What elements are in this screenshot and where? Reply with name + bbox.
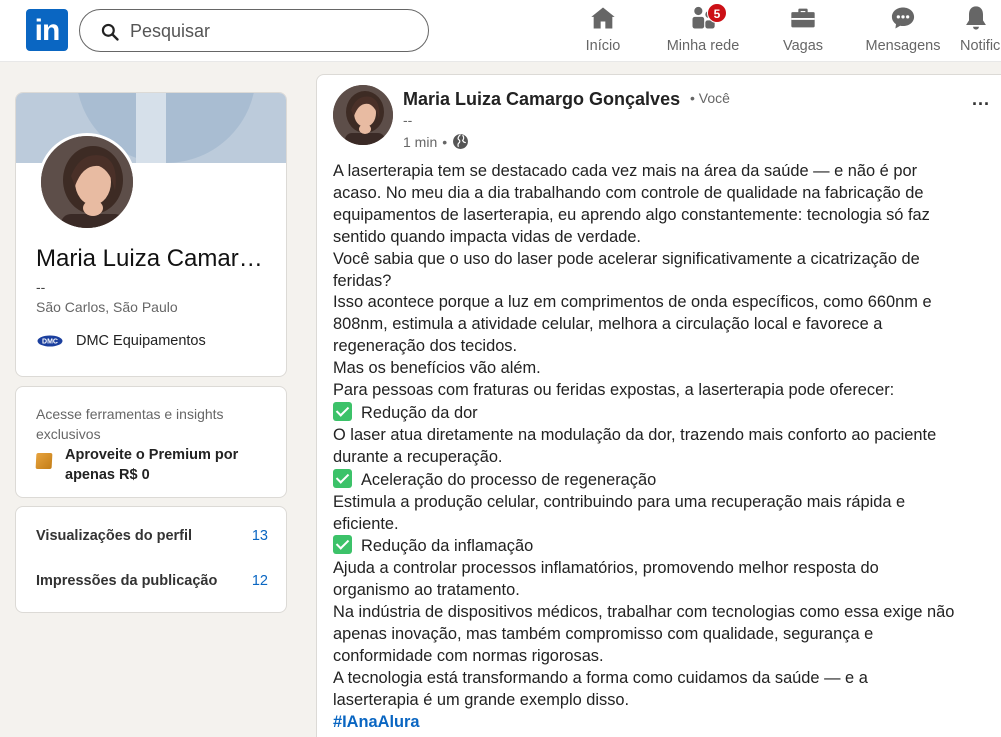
post-body: A laserterapia tem se destacado cada vez…: [333, 161, 998, 734]
post-time-dot: •: [442, 133, 448, 150]
post-benefit-text: Redução da dor: [361, 403, 478, 422]
company-link[interactable]: DMC DMC Equipamentos: [36, 333, 206, 349]
nav-notifications-label: Notific: [960, 38, 1001, 54]
post-line: 808nm, estimula a atividade celular, mel…: [333, 315, 883, 334]
profile-headline: --: [36, 279, 46, 295]
premium-text: Acesse ferramentas e insights exclusivos: [36, 406, 224, 442]
post-line: conformidade com normas rigorosas.: [333, 646, 604, 665]
post-line: feridas?: [333, 271, 392, 290]
linkedin-logo[interactable]: in: [26, 9, 68, 51]
nav-jobs[interactable]: Vagas: [778, 4, 828, 60]
stat-value: 12: [251, 573, 268, 589]
post-benefit-text: Aceleração do processo de regeneração: [361, 470, 657, 489]
nav-my-network-label: Minha rede: [666, 38, 740, 54]
post-line: Ajuda a controlar processos inflamatório…: [333, 559, 879, 578]
profile-location: São Carlos, São Paulo: [36, 299, 178, 315]
post-line: acaso. No meu dia a dia trabalhando com …: [333, 183, 924, 202]
check-mark-icon: [333, 535, 352, 555]
search-input[interactable]: [130, 18, 410, 44]
stats-card: Visualizações do perfil 13 Impressões da…: [15, 506, 287, 613]
post-benefit: Redução da dor: [333, 401, 998, 425]
post-line: A laserterapia tem se destacado cada vez…: [333, 162, 918, 180]
company-logo-text: DMC: [42, 339, 58, 346]
post-line: durante a recuperação.: [333, 447, 503, 466]
premium-link[interactable]: Aproveite o Premium por apenas R$ 0: [35, 445, 255, 485]
home-icon: [591, 7, 615, 29]
nav-jobs-label: Vagas: [782, 38, 824, 54]
post-timestamp: 1 min •: [403, 133, 469, 150]
premium-link-label: Aproveite o Premium por apenas R$ 0: [65, 447, 239, 483]
post-benefit: Aceleração do processo de regeneração: [333, 468, 998, 492]
briefcase-icon: [791, 8, 815, 28]
profile-name[interactable]: Maria Luiza Camargo Gonçalves: [36, 245, 276, 273]
post-line: laserterapia é um grande exemplo disso.: [333, 690, 630, 709]
post-line: Isso acontece porque a luz em compriment…: [333, 293, 932, 312]
premium-icon: [35, 453, 53, 469]
messaging-icon: [891, 7, 915, 29]
post-line: sentido quando impacta vidas de verdade.: [333, 227, 641, 246]
bell-icon: [966, 6, 986, 30]
company-name: DMC Equipamentos: [76, 333, 206, 349]
post-line: O laser atua diretamente na modulação da…: [333, 425, 937, 444]
post-card: Maria Luiza Camargo Gonçalves • Você -- …: [316, 74, 1001, 737]
stat-value: 13: [251, 528, 268, 544]
post-line: Você sabia que o uso do laser pode acele…: [333, 249, 920, 268]
nav-my-network[interactable]: 5 Minha rede: [660, 3, 746, 60]
post-author-headline: --: [403, 112, 413, 128]
post-line: Estimula a produção celular, contribuind…: [333, 492, 906, 511]
post-avatar[interactable]: [333, 85, 393, 145]
stat-label: Visualizações do perfil: [36, 528, 193, 544]
post-benefit-text: Redução da inflamação: [361, 537, 534, 556]
notification-badge: 5: [707, 3, 727, 23]
post-line: Para pessoas com fraturas ou feridas exp…: [333, 381, 895, 400]
post-benefit: Redução da inflamação: [333, 535, 998, 558]
search-box[interactable]: [79, 9, 429, 52]
nav-notifications[interactable]: Notific: [960, 4, 1001, 60]
profile-photo: [41, 136, 133, 228]
post-author-photo: [333, 85, 393, 145]
nav-messaging[interactable]: Mensagens: [862, 4, 944, 60]
post-line: regeneração dos tecidos.: [333, 337, 518, 356]
check-mark-icon: [333, 468, 352, 488]
check-mark-icon: [333, 401, 352, 421]
top-navbar: in Início 5 Minha rede Vagas: [0, 0, 1001, 62]
avatar[interactable]: [38, 133, 136, 231]
post-line: eficiente.: [333, 514, 399, 533]
nav-messaging-label: Mensagens: [865, 38, 941, 54]
profile-card: Maria Luiza Camargo Gonçalves -- São Car…: [15, 92, 287, 377]
globe-icon: [453, 134, 469, 149]
hashtag-link[interactable]: #IAnaAlura: [333, 712, 998, 734]
nav-home-label: Início: [585, 38, 621, 54]
nav-home[interactable]: Início: [578, 4, 628, 60]
post-line: organismo ao tratamento.: [333, 581, 520, 600]
more-options-button[interactable]: ...: [972, 89, 990, 110]
post-line: Mas os benefícios vão além.: [333, 359, 541, 378]
post-line: A tecnologia está transformando a forma …: [333, 668, 868, 687]
stat-profile-views[interactable]: Visualizações do perfil 13: [36, 528, 268, 544]
search-icon: [101, 23, 119, 41]
stat-post-impressions[interactable]: Impressões da publicação 12: [36, 573, 268, 589]
post-line: Na indústria de dispositivos médicos, tr…: [333, 603, 955, 622]
company-logo: DMC: [36, 333, 64, 349]
post-time-text: 1 min: [403, 133, 438, 150]
post-author-name[interactable]: Maria Luiza Camargo Gonçalves: [403, 89, 680, 110]
post-line: apenas inovação, mas também compromisso …: [333, 625, 874, 644]
stat-label: Impressões da publicação: [36, 573, 218, 589]
premium-card: Acesse ferramentas e insights exclusivos…: [15, 386, 287, 498]
post-you-label: • Você: [690, 90, 730, 106]
post-line: equipamentos de laserterapia, eu aprendo…: [333, 205, 930, 224]
